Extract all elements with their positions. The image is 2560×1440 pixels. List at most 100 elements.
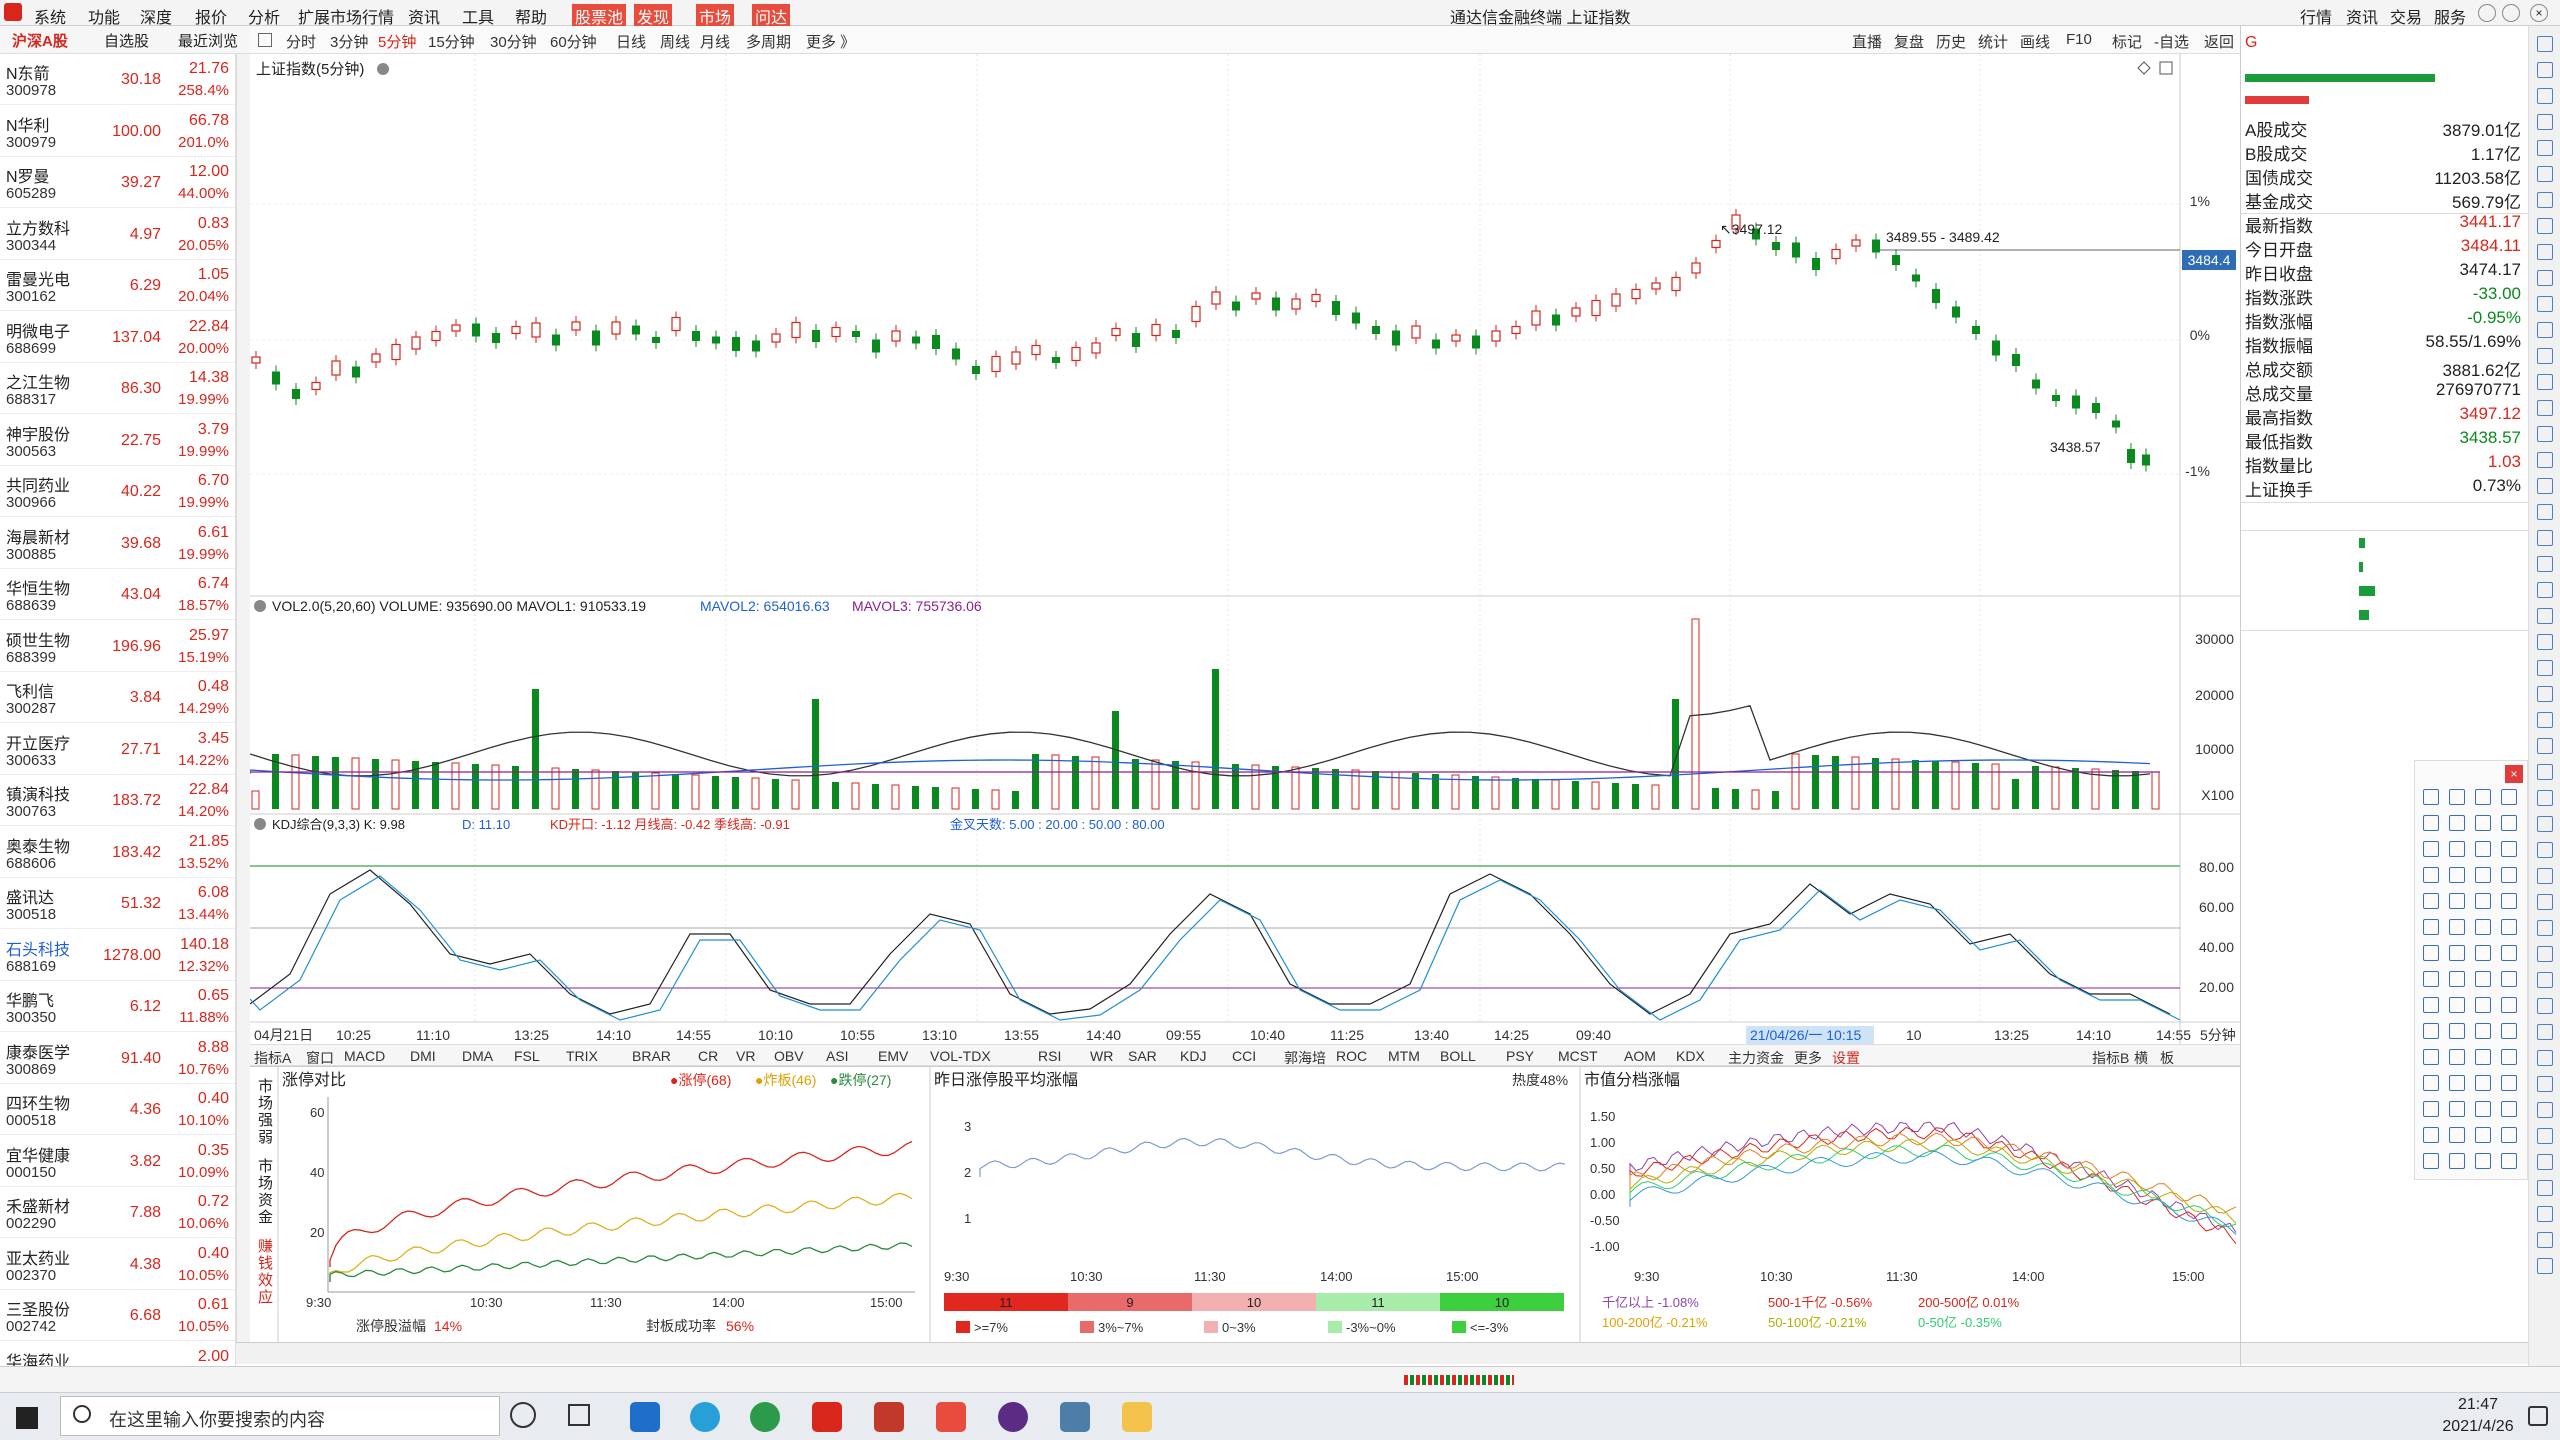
toolbar-right-button[interactable]: 统计 (1978, 31, 2008, 52)
draw-tool-icon[interactable] (2501, 1101, 2517, 1117)
taskbar-search-input[interactable]: 在这里输入你要搜索的内容 (60, 1396, 500, 1436)
wps-icon[interactable] (812, 1402, 842, 1432)
side-tool-icon[interactable] (2537, 894, 2553, 910)
draw-tool-icon[interactable] (2475, 945, 2491, 961)
top-right-menu-item[interactable]: 行情 (2300, 4, 2332, 28)
drawing-tools-close-icon[interactable]: × (2505, 765, 2523, 783)
period-button[interactable]: 更多 》 (806, 31, 855, 52)
menu-item[interactable]: 分析 (248, 4, 280, 28)
side-tool-icon[interactable] (2537, 998, 2553, 1014)
stock-list-tab[interactable]: 自选股 (104, 30, 149, 51)
side-label-char[interactable]: 市 (258, 1158, 273, 1175)
indicator-tab[interactable]: RSI (1038, 1048, 1061, 1064)
side-tool-icon[interactable] (2537, 478, 2553, 494)
task-view-icon[interactable] (510, 1402, 536, 1428)
indicator-tab[interactable]: KDJ (1180, 1048, 1206, 1064)
side-tool-icon[interactable] (2537, 1128, 2553, 1144)
side-label-char[interactable]: 应 (258, 1288, 273, 1306)
stock-list-tab[interactable]: 沪深A股 (12, 30, 68, 51)
draw-tool-icon[interactable] (2449, 1075, 2465, 1091)
draw-tool-icon[interactable] (2449, 945, 2465, 961)
stock-row[interactable]: 四环生物 000518 4.36 0.40 10.10% (0, 1084, 235, 1135)
menu-item[interactable]: 深度 (140, 4, 172, 28)
multitask-icon[interactable] (568, 1404, 590, 1426)
side-label-char[interactable]: 市 (258, 1078, 273, 1095)
indicator-tab[interactable]: SAR (1128, 1048, 1157, 1064)
period-button[interactable]: 分时 (286, 31, 316, 52)
draw-tool-icon[interactable] (2501, 997, 2517, 1013)
side-tool-icon[interactable] (2537, 816, 2553, 832)
draw-tool-icon[interactable] (2501, 1153, 2517, 1169)
draw-tool-icon[interactable] (2449, 893, 2465, 909)
stock-row[interactable]: 立方数科 300344 4.97 0.83 20.05% (0, 209, 235, 260)
period-button[interactable]: 日线 (616, 31, 646, 52)
draw-tool-icon[interactable] (2501, 945, 2517, 961)
draw-tool-icon[interactable] (2475, 815, 2491, 831)
edge-browser-icon[interactable] (690, 1402, 720, 1432)
indicator-tab[interactable]: MACD (344, 1048, 385, 1064)
toolbar-right-button[interactable]: 直播 (1852, 31, 1882, 52)
stock-row[interactable]: 飞利信 300287 3.84 0.48 14.29% (0, 672, 235, 723)
period-button[interactable]: 15分钟 (428, 31, 475, 52)
draw-tool-icon[interactable] (2449, 1101, 2465, 1117)
side-tool-icon[interactable] (2537, 738, 2553, 754)
stock-row[interactable]: 宜华健康 000150 3.82 0.35 10.09% (0, 1136, 235, 1187)
draw-tool-icon[interactable] (2423, 867, 2439, 883)
top-right-menu-item[interactable]: 交易 (2390, 4, 2422, 28)
kdj-settings-icon[interactable] (254, 818, 266, 830)
side-tool-icon[interactable] (2537, 348, 2553, 364)
stock-row[interactable]: 石头科技 688169 1278.00 140.18 12.32% (0, 930, 235, 981)
tdx-app-icon[interactable] (874, 1402, 904, 1432)
vol-settings-icon[interactable] (254, 600, 266, 612)
side-tool-icon[interactable] (2537, 920, 2553, 936)
stock-row[interactable]: 奥泰生物 688606 183.42 21.85 13.52% (0, 827, 235, 878)
side-label-char[interactable]: 弱 (258, 1129, 273, 1146)
stock-list-tab[interactable]: 最近浏览 (178, 30, 238, 51)
side-tool-icon[interactable] (2537, 244, 2553, 260)
draw-tool-icon[interactable] (2501, 789, 2517, 805)
stock-row[interactable]: 华鹏飞 300350 6.12 0.65 11.88% (0, 981, 235, 1032)
draw-tool-icon[interactable] (2475, 841, 2491, 857)
side-tool-icon[interactable] (2537, 166, 2553, 182)
draw-tool-icon[interactable] (2423, 1075, 2439, 1091)
stock-row[interactable]: 康泰医学 300869 91.40 8.88 10.76% (0, 1033, 235, 1084)
side-tool-icon[interactable] (2537, 530, 2553, 546)
top-right-menu-item[interactable]: 资讯 (2346, 4, 2378, 28)
side-tool-icon[interactable] (2537, 634, 2553, 650)
indicator-tab[interactable]: DMI (410, 1048, 436, 1064)
side-label-char[interactable]: 效 (258, 1272, 273, 1289)
side-tool-icon[interactable] (2537, 192, 2553, 208)
side-tool-icon[interactable] (2537, 88, 2553, 104)
side-tool-icon[interactable] (2537, 556, 2553, 572)
menu-item[interactable]: 股票池 (572, 4, 627, 28)
side-tool-icon[interactable] (2537, 426, 2553, 442)
side-tool-icon[interactable] (2537, 1050, 2553, 1066)
indicator-tab[interactable]: AOM (1624, 1048, 1656, 1064)
menu-item[interactable]: 问达 (752, 4, 791, 28)
period-button[interactable]: 30分钟 (490, 31, 537, 52)
draw-tool-icon[interactable] (2423, 945, 2439, 961)
indicator-tab[interactable]: 指标A (254, 1048, 291, 1068)
stock-row[interactable]: 之江生物 688317 86.30 14.38 19.99% (0, 363, 235, 414)
side-tool-icon[interactable] (2537, 400, 2553, 416)
stock-row[interactable]: 华恒生物 688639 43.04 6.74 18.57% (0, 569, 235, 620)
indicator-right-tab[interactable]: 横 (2134, 1048, 2148, 1068)
toolbar-right-button[interactable]: -自选 (2154, 31, 2189, 52)
indicator-right-tab[interactable]: 指标B (2092, 1048, 2129, 1068)
maximize-icon[interactable] (2502, 4, 2520, 22)
side-tool-icon[interactable] (2537, 764, 2553, 780)
draw-tool-icon[interactable] (2449, 1153, 2465, 1169)
draw-tool-icon[interactable] (2423, 1023, 2439, 1039)
draw-tool-icon[interactable] (2475, 867, 2491, 883)
side-tool-icon[interactable] (2537, 1154, 2553, 1170)
indicator-tab[interactable]: OBV (774, 1048, 804, 1064)
media-app-icon[interactable] (998, 1402, 1028, 1432)
indicator-tab[interactable]: 设置 (1832, 1048, 1860, 1068)
stock-row[interactable]: N罗曼 605289 39.27 12.00 44.00% (0, 157, 235, 208)
side-label-char[interactable]: 场 (258, 1095, 273, 1112)
indicator-tab[interactable]: TRIX (566, 1048, 598, 1064)
indicator-tab[interactable]: DMA (462, 1048, 493, 1064)
side-tool-icon[interactable] (2537, 270, 2553, 286)
toolbar-right-button[interactable]: 返回 (2204, 31, 2234, 52)
side-tool-icon[interactable] (2537, 1206, 2553, 1222)
